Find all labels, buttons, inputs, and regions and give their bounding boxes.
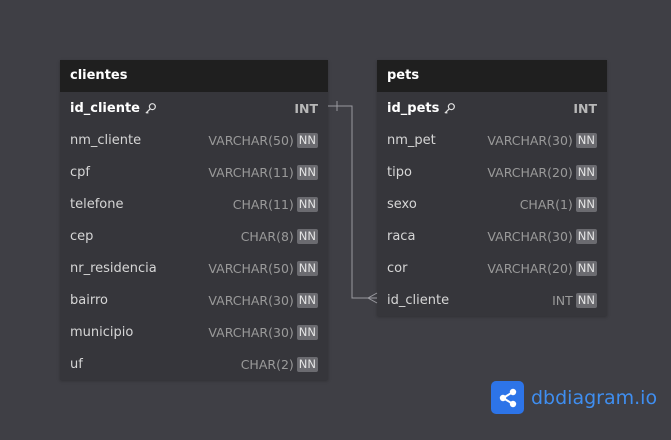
dbdiagram-logo[interactable]: dbdiagram.io [491, 381, 657, 414]
share-icon [491, 381, 524, 414]
logo-text: dbdiagram.io [531, 386, 658, 409]
relationship-line[interactable] [0, 0, 671, 440]
